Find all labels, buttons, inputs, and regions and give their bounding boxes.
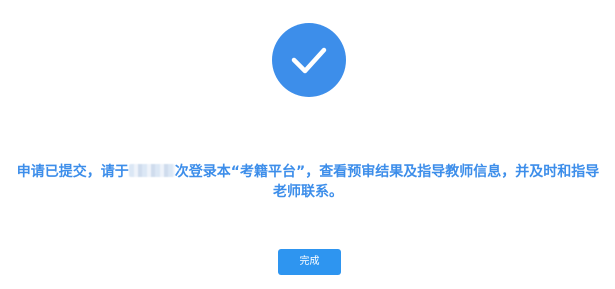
checkmark-icon xyxy=(291,47,327,74)
success-check-icon xyxy=(272,23,346,97)
message-text-end: 次登录本“考籍平台”，查看预审结果及指导教师信息，并及时和指导老师联系。 xyxy=(174,164,600,200)
redacted-date xyxy=(128,164,175,177)
message-text-start: 申请已提交，请于 xyxy=(16,164,129,180)
submission-message: 申请已提交，请于 次登录本“考籍平台”，查看预审结果及指导教师信息，并及时和指导老… xyxy=(10,162,606,202)
done-button[interactable]: 完成 xyxy=(278,249,341,275)
